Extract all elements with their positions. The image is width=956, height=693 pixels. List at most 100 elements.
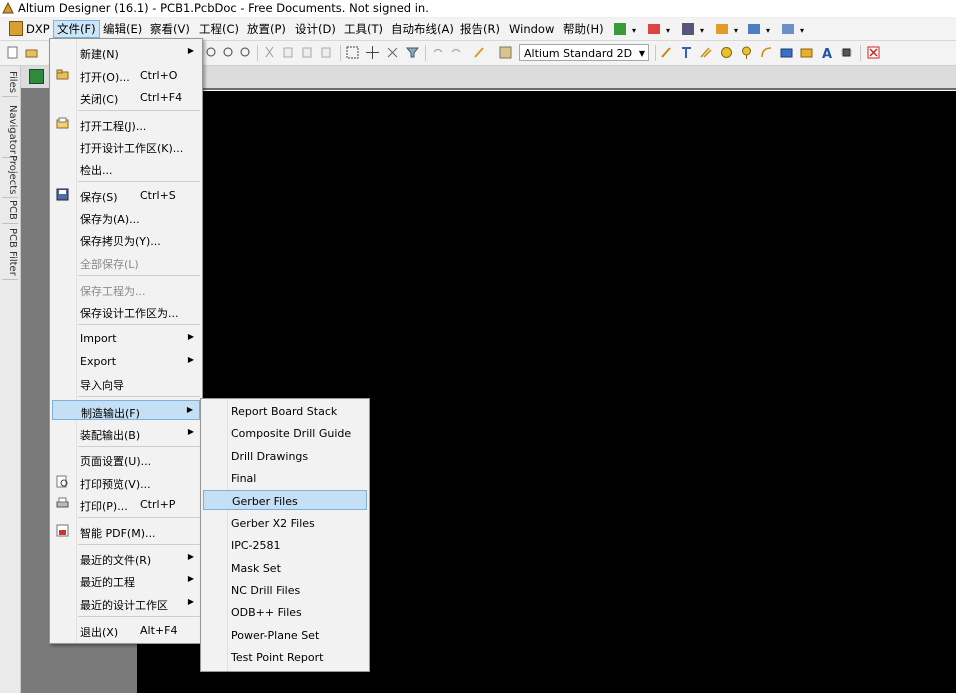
menu-separator — [78, 446, 200, 447]
menu-item-open[interactable]: 打开(O)... Ctrl+O — [52, 65, 200, 85]
submenu-item-drill-drawings[interactable]: Drill Drawings — [203, 446, 367, 466]
menubar-toolbar-icons[interactable]: ▾ ▾ ▾ ▾ ▾ ▾ — [612, 21, 872, 37]
menu-item-close[interactable]: 关闭(C) Ctrl+F4 — [52, 87, 200, 107]
menu-item-smart-pdf[interactable]: 智能 PDF(M)... — [52, 521, 200, 541]
left-panel-tabs: Files Navigator Projects PCB PCB Filter — [0, 66, 21, 693]
menu-dxp[interactable]: DXP — [23, 21, 53, 37]
copy-icon[interactable] — [282, 46, 295, 59]
menu-project[interactable]: 工程(C) — [196, 21, 242, 37]
new-document-icon[interactable] — [6, 46, 19, 59]
redo-icon[interactable] — [450, 46, 463, 59]
arc-icon[interactable] — [760, 46, 773, 59]
menu-item-fabrication-outputs[interactable]: 制造输出(F) ▶ — [52, 400, 200, 420]
menu-item-recent-projects[interactable]: 最近的工程 ▶ — [52, 570, 200, 590]
panel-tab-pcb-filter[interactable]: PCB Filter — [2, 225, 18, 280]
submenu-item-ipc-2581[interactable]: IPC-2581 — [203, 535, 367, 555]
selection-icon — [748, 24, 760, 34]
menu-item-save-copy-as[interactable]: 保存拷贝为(Y)... — [52, 229, 200, 249]
submenu-item-composite-drill-guide[interactable]: Composite Drill Guide — [203, 423, 367, 443]
menu-item-recent-workspaces[interactable]: 最近的设计工作区 ▶ — [52, 593, 200, 613]
menu-item-import[interactable]: Import ▶ — [52, 328, 200, 348]
zoom-area-icon[interactable] — [205, 46, 218, 59]
clear-errors-icon[interactable] — [867, 46, 880, 59]
menu-item-checkout[interactable]: 检出... — [52, 158, 200, 178]
deselect-icon[interactable] — [386, 46, 399, 59]
fabrication-outputs-submenu: Report Board Stack Composite Drill Guide… — [200, 398, 370, 672]
select-area-icon[interactable] — [346, 46, 359, 59]
menu-item-exit[interactable]: 退出(X) Alt+F4 — [52, 620, 200, 640]
submenu-item-report-board-stack[interactable]: Report Board Stack — [203, 401, 367, 421]
menu-item-print[interactable]: 打印(P)... Ctrl+P — [52, 494, 200, 514]
menu-file[interactable]: 文件(F) — [53, 20, 100, 38]
altium-logo-icon — [2, 2, 14, 14]
menu-item-new[interactable]: 新建(N) ▶ — [52, 42, 200, 62]
search-component-icon — [682, 23, 694, 35]
submenu-item-odb-files[interactable]: ODB++ Files — [203, 602, 367, 622]
zoom-filter-icon[interactable] — [239, 46, 252, 59]
undo-icon[interactable] — [431, 46, 444, 59]
toolbar-separator — [340, 45, 341, 61]
cross-probe-icon[interactable] — [473, 46, 486, 59]
move-icon[interactable] — [366, 46, 379, 59]
paste-icon[interactable] — [301, 46, 314, 59]
menu-view[interactable]: 察看(V) — [147, 21, 193, 37]
menu-reports[interactable]: 报告(R) — [457, 21, 503, 37]
window-title: Altium Designer (16.1) - PCB1.PcbDoc - F… — [18, 1, 429, 15]
view-configuration-value: Altium Standard 2D — [524, 47, 633, 60]
panel-tab-navigator[interactable]: Navigator — [2, 102, 18, 158]
route-icon — [614, 23, 626, 35]
via-icon[interactable] — [720, 46, 733, 59]
clear-filter-icon[interactable] — [406, 46, 419, 59]
submenu-item-mask-set[interactable]: Mask Set — [203, 558, 367, 578]
fill-icon[interactable] — [780, 46, 793, 59]
menu-item-import-wizard[interactable]: 导入向导 — [52, 373, 200, 393]
title-bar: Altium Designer (16.1) - PCB1.PcbDoc - F… — [0, 0, 956, 17]
menu-separator — [78, 396, 200, 397]
view-configuration-select[interactable]: Altium Standard 2D ▼ — [519, 44, 649, 61]
menu-item-save-as[interactable]: 保存为(A)... — [52, 207, 200, 227]
pcb-document-icon[interactable] — [29, 69, 44, 84]
menu-separator — [78, 544, 200, 545]
menu-item-recent-files[interactable]: 最近的文件(R) ▶ — [52, 548, 200, 568]
interactive-route-icon[interactable] — [660, 46, 673, 59]
menu-item-page-setup[interactable]: 页面设置(U)... — [52, 449, 200, 469]
zoom-selected-icon[interactable] — [222, 46, 235, 59]
menu-separator — [78, 517, 200, 518]
menu-help[interactable]: 帮助(H) — [560, 21, 607, 37]
pad-icon[interactable] — [740, 46, 753, 59]
menu-design[interactable]: 设计(D) — [292, 21, 339, 37]
component-icon[interactable] — [840, 46, 853, 59]
diff-pair-route-icon[interactable] — [680, 46, 693, 59]
menu-item-export[interactable]: Export ▶ — [52, 351, 200, 371]
submenu-item-gerber-files[interactable]: Gerber Files — [203, 490, 367, 510]
menu-item-save[interactable]: 保存(S) Ctrl+S — [52, 185, 200, 205]
rubber-stamp-icon[interactable] — [320, 46, 333, 59]
menu-window[interactable]: Window — [506, 21, 557, 37]
string-icon[interactable]: A — [820, 46, 833, 59]
menu-place[interactable]: 放置(P) — [244, 21, 289, 37]
submenu-item-nc-drill-files[interactable]: NC Drill Files — [203, 580, 367, 600]
printer-icon — [56, 497, 69, 508]
submenu-item-test-point-report[interactable]: Test Point Report — [203, 647, 367, 667]
menu-item-assembly-outputs[interactable]: 装配输出(B) ▶ — [52, 423, 200, 443]
menu-autoroute[interactable]: 自动布线(A) — [388, 21, 457, 37]
grid-icon — [782, 24, 794, 34]
menu-tools[interactable]: 工具(T) — [341, 21, 386, 37]
open-icon[interactable] — [25, 46, 38, 59]
multi-route-icon[interactable] — [699, 46, 712, 59]
menu-item-open-workspace[interactable]: 打开设计工作区(K)... — [52, 136, 200, 156]
menu-edit[interactable]: 编辑(E) — [100, 21, 145, 37]
align-icon — [648, 24, 660, 34]
panel-tab-projects[interactable]: Projects — [2, 152, 18, 199]
menu-item-open-project[interactable]: 打开工程(J)... — [52, 114, 200, 134]
submenu-item-gerber-x2-files[interactable]: Gerber X2 Files — [203, 513, 367, 533]
menu-item-save-workspace-as[interactable]: 保存设计工作区为... — [52, 301, 200, 321]
panel-tab-pcb[interactable]: PCB — [2, 197, 18, 224]
submenu-item-final[interactable]: Final — [203, 468, 367, 488]
polygon-pour-icon[interactable] — [800, 46, 813, 59]
view-config-icon[interactable] — [499, 46, 512, 59]
submenu-item-power-plane-set[interactable]: Power-Plane Set — [203, 625, 367, 645]
cut-icon[interactable] — [263, 46, 276, 59]
menu-item-print-preview[interactable]: 打印预览(V)... — [52, 472, 200, 492]
panel-tab-files[interactable]: Files — [2, 68, 18, 97]
